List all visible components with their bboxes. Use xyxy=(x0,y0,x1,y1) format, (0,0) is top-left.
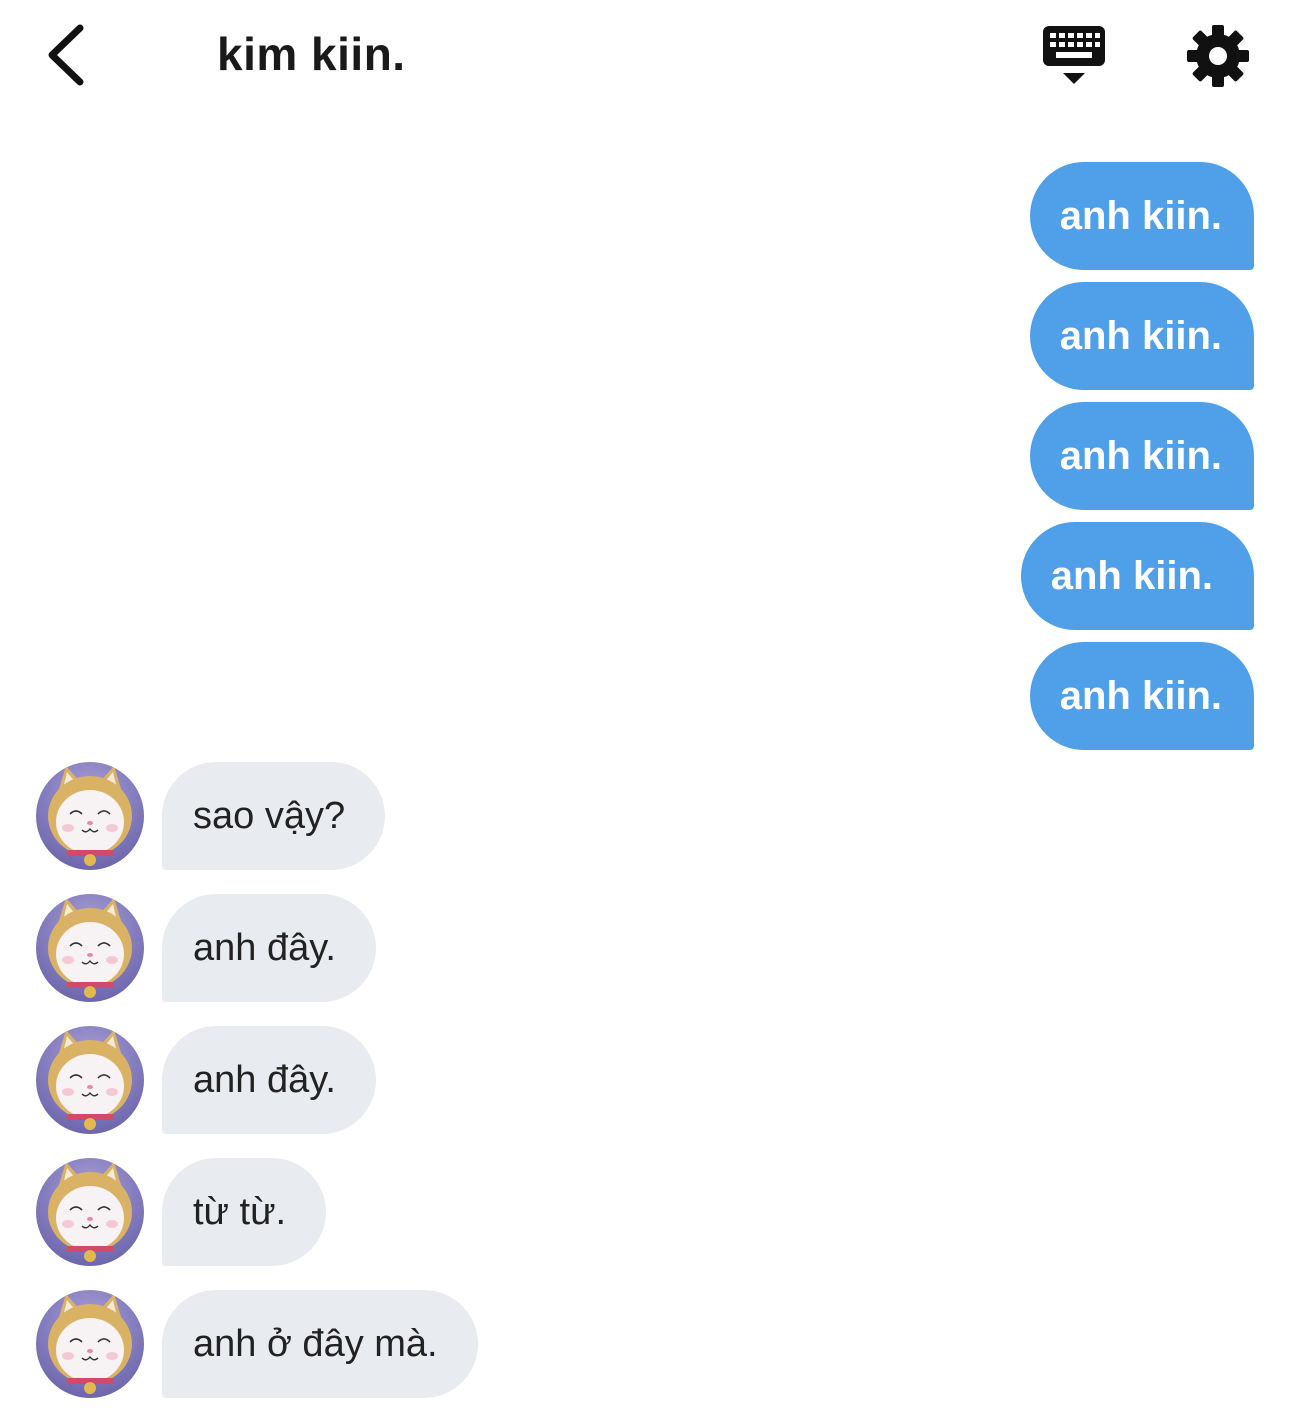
incoming-bubble: từ từ. xyxy=(162,1158,327,1266)
incoming-message[interactable]: anh đây. xyxy=(36,894,376,1002)
avatar[interactable] xyxy=(36,1026,144,1134)
outgoing-bubble: anh kiin. xyxy=(1029,402,1254,510)
incoming-message[interactable]: anh ở đây mà. xyxy=(36,1290,478,1398)
outgoing-bubble: anh kiin. xyxy=(1029,642,1254,750)
incoming-bubble: anh đây. xyxy=(162,1026,376,1134)
outgoing-message[interactable]: anh kiin. xyxy=(1029,402,1254,510)
outgoing-bubble: anh kiin. xyxy=(1020,522,1254,630)
outgoing-message[interactable]: anh kiin. xyxy=(1029,162,1254,270)
incoming-bubble: sao vậy? xyxy=(162,762,386,870)
incoming-bubble: anh đây. xyxy=(162,894,376,1002)
incoming-message[interactable]: sao vậy? xyxy=(36,762,386,870)
avatar[interactable] xyxy=(36,894,144,1002)
avatar[interactable] xyxy=(36,1158,144,1266)
avatar[interactable] xyxy=(36,1290,144,1398)
outgoing-message[interactable]: anh kiin. xyxy=(1020,522,1254,630)
incoming-message[interactable]: từ từ. xyxy=(36,1158,327,1266)
incoming-bubble: anh ở đây mà. xyxy=(162,1290,478,1398)
avatar[interactable] xyxy=(36,762,144,870)
incoming-message[interactable]: anh đây. xyxy=(36,1026,376,1134)
outgoing-bubble: anh kiin. xyxy=(1029,282,1254,390)
message-thread: anh kiin. anh kiin. anh kiin. anh kiin. … xyxy=(0,0,1290,1413)
outgoing-bubble: anh kiin. xyxy=(1029,162,1254,270)
outgoing-message[interactable]: anh kiin. xyxy=(1029,282,1254,390)
outgoing-message[interactable]: anh kiin. xyxy=(1029,642,1254,750)
